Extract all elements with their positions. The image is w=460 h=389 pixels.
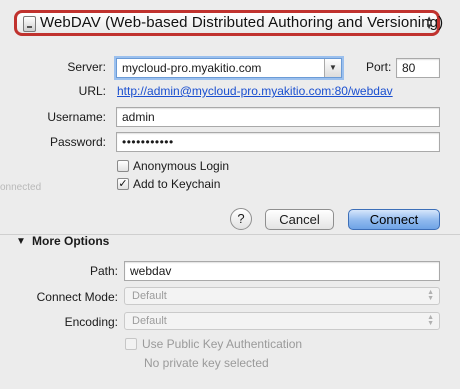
protocol-label: WebDAV (Web-based Distributed Authoring … [40,14,444,31]
server-value: mycloud-pro.myakitio.com [122,61,262,75]
popup-arrows-icon: ▲ ▼ [425,14,433,31]
url-link[interactable]: http://admin@mycloud-pro.myakitio.com:80… [117,84,393,98]
connect-mode-label: Connect Mode: [36,290,118,304]
server-dropdown-icon[interactable]: ▼ [324,59,341,77]
port-input[interactable]: 80 [396,58,440,78]
encoding-value: Default [132,315,167,327]
popup-arrows-icon: ▲ ▼ [427,289,434,302]
public-key-checkbox[interactable] [125,338,137,350]
username-input[interactable]: admin [116,107,440,127]
anonymous-login-checkbox[interactable] [117,160,129,172]
background-window-text: onnected [0,182,42,193]
server-label: Server: [67,60,106,74]
username-label: Username: [47,110,106,124]
add-to-keychain-label: Add to Keychain [133,177,221,191]
password-label: Password: [49,135,106,149]
anonymous-login-label: Anonymous Login [133,159,230,173]
disclosure-triangle-icon[interactable]: ▼ [16,236,26,247]
password-input[interactable]: ••••••••••• [116,132,440,152]
cancel-button[interactable]: Cancel [265,209,334,230]
protocol-popup[interactable]: WebDAV (Web-based Distributed Authoring … [14,10,444,36]
url-label: URL: [78,84,106,98]
connect-mode-value: Default [132,290,167,302]
connect-button[interactable]: Connect [348,209,440,230]
more-options-label[interactable]: More Options [32,234,109,248]
path-label: Path: [89,264,118,278]
encoding-label: Encoding: [64,315,118,329]
path-input[interactable]: webdav [124,261,440,281]
server-combobox[interactable]: mycloud-pro.myakitio.com ▼ [116,58,342,78]
public-key-label: Use Public Key Authentication [142,337,303,351]
add-to-keychain-checkbox[interactable]: ✓ [117,178,129,190]
help-button[interactable]: ? [230,208,252,230]
drive-icon [23,16,36,32]
port-label: Port: [366,60,392,74]
encoding-popup[interactable]: Default ▲ ▼ [124,312,440,330]
popup-arrows-icon: ▲ ▼ [427,314,434,327]
private-key-status: No private key selected [144,356,269,370]
connect-mode-popup[interactable]: Default ▲ ▼ [124,287,440,305]
